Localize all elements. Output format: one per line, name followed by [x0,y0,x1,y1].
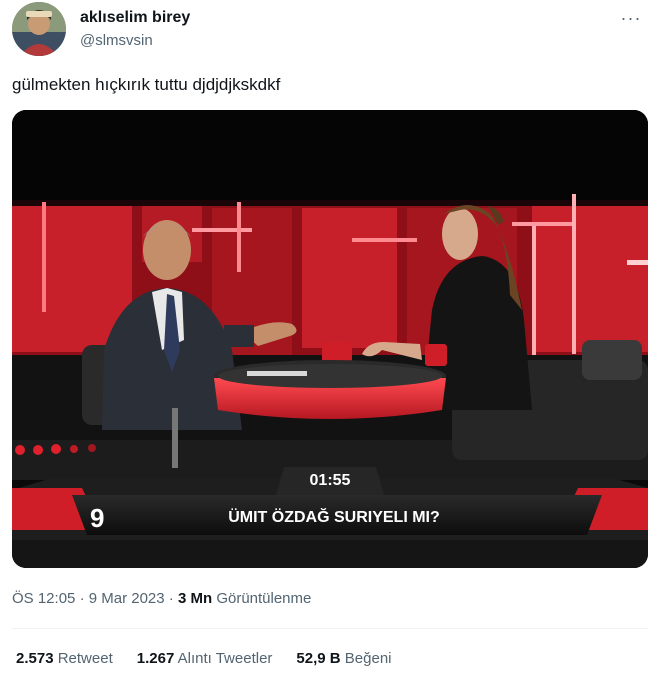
likes-stat[interactable]: 52,9 B Beğeni [296,650,391,667]
channel-number: 9 [90,503,105,533]
tweet-time[interactable]: ÖS 12:05 [12,590,75,607]
tweet-stats: 2.573 Retweet 1.267 Alıntı Tweetler 52,9… [16,650,392,667]
meta-separator: · [168,590,174,607]
video-frame [12,110,648,568]
tweet-meta: ÖS 12:05 · 9 Mar 2023 · 3 Mn Görüntülenm… [12,590,311,607]
quotes-count: 1.267 [136,650,175,667]
divider [12,628,648,629]
quotes-label: Alıntı Tweetler [177,650,273,667]
video-caption: ÜMIT ÖZDAĞ SURIYELI MI? [228,509,440,526]
author-avatar[interactable] [12,2,66,56]
views-label: Görüntülenme [216,590,312,607]
tweet-date[interactable]: 9 Mar 2023 [89,590,165,607]
avatar-image [12,2,66,56]
author-handle[interactable]: @slmsvsin [80,32,153,49]
quotes-stat[interactable]: 1.267 Alıntı Tweetler [137,650,273,667]
tweet-text: gülmekten hıçkırık tuttu djdjdjkskdkf [12,75,281,94]
likes-count: 52,9 B [296,650,341,667]
views-count: 3 Mn [177,590,213,607]
tweet-video[interactable]: 01:55 9 ÜMIT ÖZDAĞ SURIYELI MI? [12,110,648,568]
meta-separator: · [79,590,85,607]
retweets-count: 2.573 [16,650,54,667]
video-timer: 01:55 [309,472,351,489]
retweets-label: Retweet [57,650,113,667]
more-horizontal-icon: ··· [620,8,642,28]
tweet-header: aklıselim birey @slmsvsin ··· [12,2,647,58]
likes-label: Beğeni [344,650,392,667]
retweets-stat[interactable]: 2.573 Retweet [16,650,113,667]
author-name[interactable]: aklıselim birey [80,9,190,27]
more-options-button[interactable]: ··· [619,8,643,28]
